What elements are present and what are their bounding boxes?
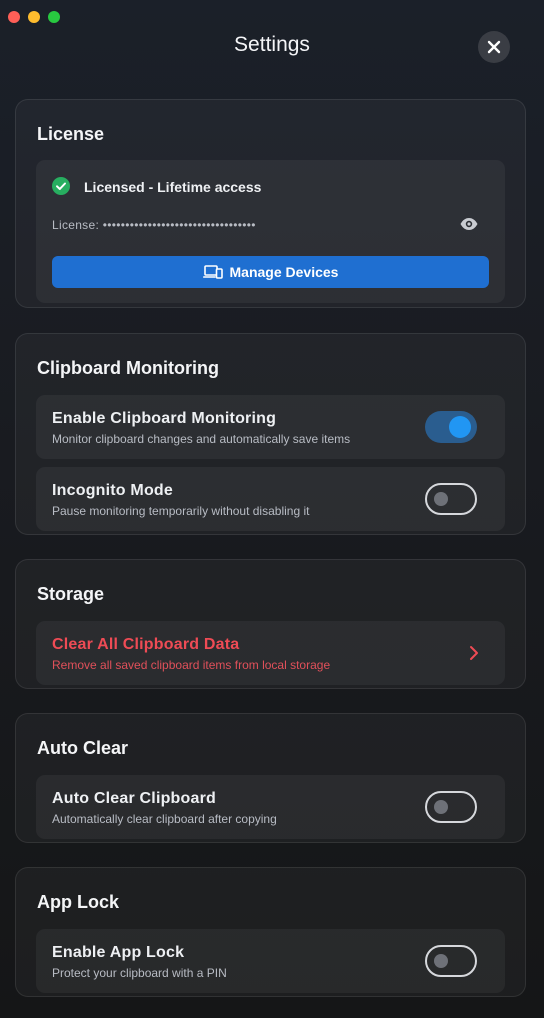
license-key: License: •••••••••••••••••••••••••••••••…: [52, 218, 256, 232]
enable-monitoring-row: Enable Clipboard Monitoring Monitor clip…: [36, 395, 505, 459]
window-controls: [8, 11, 60, 23]
section-title-license: License: [37, 124, 105, 144]
clear-all-data-title: Clear All Clipboard Data: [52, 636, 240, 653]
manage-devices-button[interactable]: Manage Devices: [52, 256, 489, 288]
clear-all-data-subtitle: Remove all saved clipboard items from lo…: [52, 658, 331, 672]
auto-clear-subtitle: Automatically clear clipboard after copy…: [52, 812, 277, 826]
auto-clear-toggle[interactable]: [425, 791, 477, 823]
incognito-row: Incognito Mode Pause monitoring temporar…: [36, 467, 505, 531]
manage-devices-label: Manage Devices: [229, 264, 339, 280]
section-title-auto-clear: Auto Clear: [37, 738, 129, 758]
close-icon: [487, 40, 501, 54]
license-status: Licensed - Lifetime access: [84, 179, 262, 195]
storage-section: Storage Clear All Clipboard Data Remove …: [15, 559, 526, 689]
section-title-app-lock: App Lock: [37, 892, 120, 912]
clear-all-data-row[interactable]: Clear All Clipboard Data Remove all save…: [36, 621, 505, 685]
toggle-knob: [449, 416, 471, 438]
section-title-storage: Storage: [37, 584, 105, 604]
app-lock-toggle[interactable]: [425, 945, 477, 977]
app-lock-section: App Lock Enable App Lock Protect your cl…: [15, 867, 526, 997]
app-lock-row: Enable App Lock Protect your clipboard w…: [36, 929, 505, 993]
app-lock-title: Enable App Lock: [52, 944, 185, 961]
incognito-toggle[interactable]: [425, 483, 477, 515]
app-lock-subtitle: Protect your clipboard with a PIN: [52, 966, 227, 980]
chevron-right-icon: [470, 646, 478, 660]
window-close-button[interactable]: [8, 11, 20, 23]
page-title: Settings: [234, 33, 310, 56]
window-zoom-button[interactable]: [48, 11, 60, 23]
section-title-clipboard-monitoring: Clipboard Monitoring: [37, 358, 219, 378]
license-card: Licensed - Lifetime access License: ••••…: [36, 160, 505, 303]
enable-monitoring-title: Enable Clipboard Monitoring: [52, 410, 277, 427]
window-minimize-button[interactable]: [28, 11, 40, 23]
enable-monitoring-toggle[interactable]: [425, 411, 477, 443]
auto-clear-row: Auto Clear Clipboard Automatically clear…: [36, 775, 505, 839]
auto-clear-section: Auto Clear Auto Clear Clipboard Automati…: [15, 713, 526, 843]
clipboard-monitoring-section: Clipboard Monitoring Enable Clipboard Mo…: [15, 333, 526, 535]
check-circle-icon: [52, 177, 70, 195]
toggle-knob: [434, 800, 448, 814]
incognito-subtitle: Pause monitoring temporarily without dis…: [52, 504, 310, 518]
license-section: License Licensed - Lifetime access Licen…: [15, 99, 526, 308]
devices-icon: [202, 265, 223, 279]
close-settings-button[interactable]: [478, 31, 510, 63]
enable-monitoring-subtitle: Monitor clipboard changes and automatica…: [52, 432, 351, 446]
eye-icon[interactable]: [459, 216, 479, 232]
toggle-knob: [434, 954, 448, 968]
license-key-value: ••••••••••••••••••••••••••••••••••: [102, 218, 256, 232]
incognito-title: Incognito Mode: [52, 482, 174, 499]
toggle-knob: [434, 492, 448, 506]
auto-clear-title: Auto Clear Clipboard: [52, 790, 217, 807]
license-key-label: License:: [52, 218, 100, 232]
